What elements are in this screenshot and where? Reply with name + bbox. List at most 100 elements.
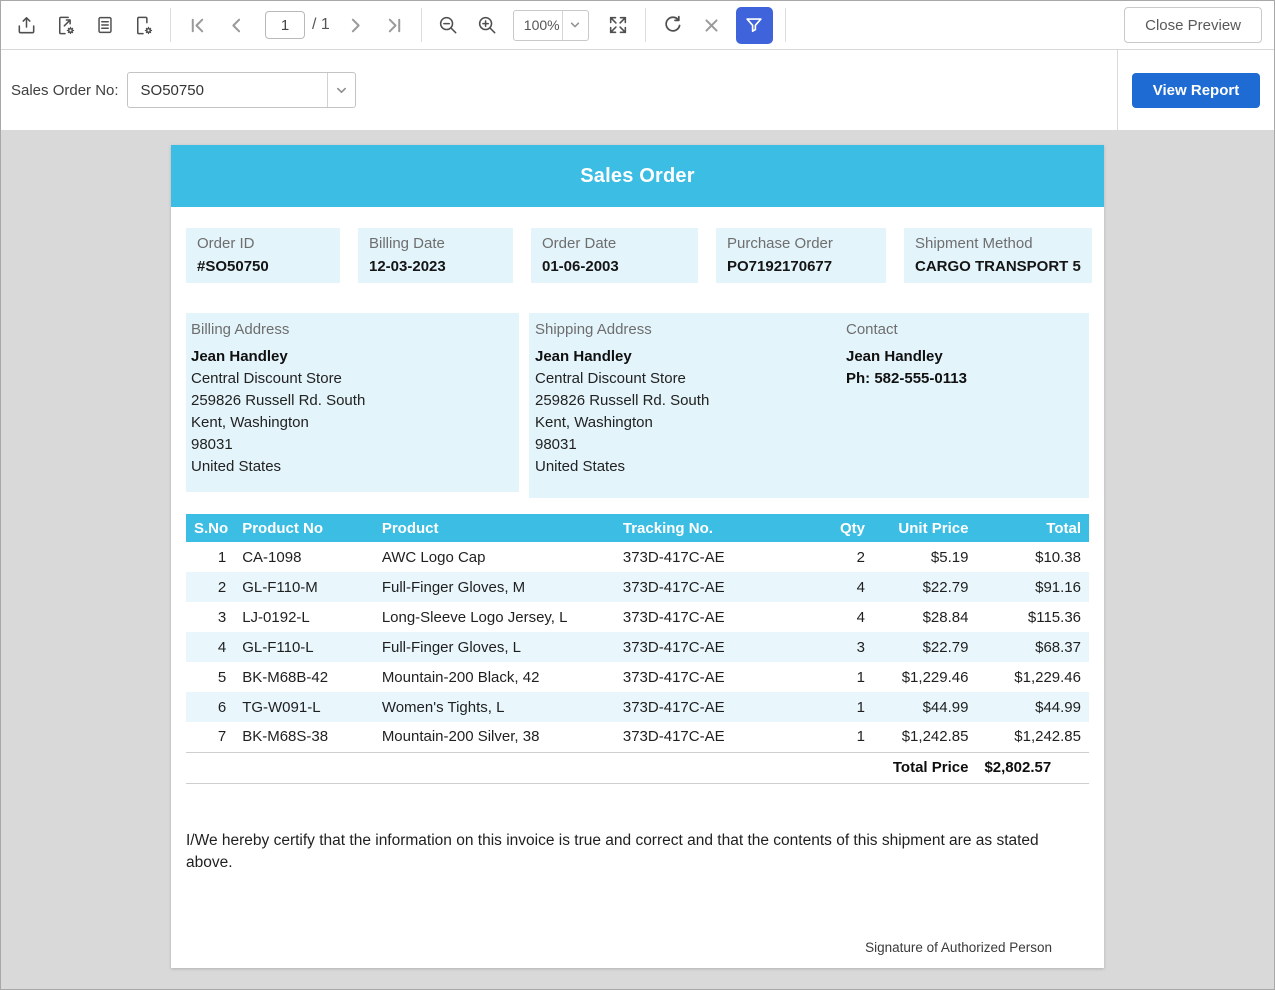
table-cell: BK-M68B-42	[242, 668, 329, 686]
column-header: Tracking No.	[614, 514, 831, 542]
close-preview-button[interactable]: Close Preview	[1124, 7, 1262, 43]
total-row: Total Price $2,802.57	[186, 751, 1089, 784]
export-settings-button[interactable]	[46, 5, 85, 45]
export-settings-icon	[58, 16, 75, 34]
export-button[interactable]	[7, 5, 46, 45]
report-page: Sales Order Order ID #SO50750 Billing Da…	[171, 145, 1104, 968]
zoom-out-button[interactable]	[429, 5, 468, 45]
chevron-down-icon	[561, 10, 588, 40]
billing-line: 259826 Russell Rd. South	[191, 392, 366, 409]
billing-date-card: Billing Date 12-03-2023	[358, 228, 513, 283]
table-cell: Full-Finger Gloves, L	[373, 632, 615, 662]
total-price-value: $2,802.57	[976, 751, 1089, 784]
info-card-value: 01-06-2003	[542, 258, 619, 275]
table-cell: GL-F110-M	[234, 572, 374, 602]
table-cell: LJ-0192-L	[242, 608, 310, 626]
info-card-value: #SO50750	[197, 258, 269, 275]
previous-page-button[interactable]	[217, 5, 256, 45]
table-cell: $10.38	[1035, 548, 1081, 566]
table-row: 6 TG-W091-L Women's Tights, L 373D-417C-…	[186, 692, 1089, 722]
sales-order-no-select[interactable]: SO50750	[126, 72, 356, 108]
info-card-value: PO7192170677	[727, 258, 833, 275]
table-row: 7 BK-M68S-38 Mountain-200 Silver, 38 373…	[186, 722, 1089, 752]
last-page-button[interactable]	[375, 5, 414, 45]
table-cell: Women's Tights, L	[373, 692, 615, 722]
cancel-button[interactable]	[692, 5, 731, 45]
shipping-name: Jean Handley	[535, 348, 632, 365]
billing-name: Jean Handley	[191, 348, 288, 365]
table-cell: $22.79	[873, 572, 977, 602]
table-cell: $68.37	[976, 632, 1089, 662]
next-page-button[interactable]	[336, 5, 375, 45]
table-cell: 1	[856, 668, 865, 686]
view-report-button[interactable]: View Report	[1131, 72, 1261, 108]
table-cell: $1,242.85	[1014, 728, 1081, 746]
shipping-line: 259826 Russell Rd. South	[535, 392, 710, 409]
column-header: Total	[976, 514, 1089, 542]
table-row: 1 CA-1098 AWC Logo Cap 373D-417C-AE 2 $5…	[186, 542, 1089, 572]
table-cell: Mountain-200 Silver, 38	[381, 728, 540, 746]
fit-to-page-button[interactable]	[599, 5, 638, 45]
print-layout-button[interactable]	[85, 5, 124, 45]
last-page-icon	[388, 18, 401, 32]
table-cell: 1	[830, 692, 873, 722]
toolbar-divider	[644, 8, 646, 42]
table-cell: $28.84	[922, 608, 969, 626]
contact-column: Contact Jean Handley Ph: 582-555-0113	[846, 321, 1089, 478]
info-card-value: CARGO TRANSPORT 5	[915, 258, 1081, 275]
table-cell: $1,229.46	[901, 668, 969, 686]
table-cell: 2	[856, 548, 865, 566]
order-date-card: Order Date 01-06-2003	[531, 228, 698, 283]
page-total-label: / 1	[312, 16, 330, 33]
parameter-input-area: Sales Order No: SO50750	[1, 50, 1117, 130]
toolbar-divider	[784, 8, 786, 42]
report-title-band: Sales Order	[171, 145, 1104, 207]
toolbar: / 1 100%	[1, 1, 1274, 50]
table-row: 4 GL-F110-L Full-Finger Gloves, L 373D-4…	[186, 632, 1089, 662]
zoom-in-button[interactable]	[468, 5, 507, 45]
table-cell: Mountain-200 Black, 42	[381, 668, 540, 686]
fit-to-page-icon	[610, 16, 627, 34]
table-cell: CA-1098	[242, 548, 302, 566]
table-row: 5 BK-M68B-42 Mountain-200 Black, 42 373D…	[186, 662, 1089, 692]
zoom-level-select[interactable]: 100%	[512, 9, 589, 41]
table-cell: 5	[217, 668, 227, 686]
sales-order-no-label: Sales Order No:	[11, 81, 119, 99]
table-cell: BK-M68S-38	[242, 728, 329, 746]
contact-label: Contact	[846, 321, 898, 338]
table-cell: 373D-417C-AE	[622, 608, 725, 626]
report-title: Sales Order	[580, 164, 695, 187]
first-page-button[interactable]	[178, 5, 217, 45]
addresses-section: Billing Address Jean Handley Central Dis…	[186, 313, 1089, 498]
table-row: 2 GL-F110-M Full-Finger Gloves, M 373D-4…	[186, 572, 1089, 602]
toolbar-divider	[170, 8, 171, 42]
page-setup-button[interactable]	[124, 5, 163, 45]
column-header: Product No	[234, 514, 374, 542]
page-number-input[interactable]	[265, 11, 305, 39]
column-header: Qty	[830, 514, 873, 542]
filter-parameters-button[interactable]	[735, 6, 773, 44]
table-row: 3 LJ-0192-L Long-Sleeve Logo Jersey, L 3…	[186, 602, 1089, 632]
parameter-bar: Sales Order No: SO50750 View Report	[1, 50, 1274, 131]
table-cell: 1	[217, 548, 227, 566]
shipping-line: Central Discount Store	[535, 370, 686, 387]
table-cell: $44.99	[976, 692, 1089, 722]
column-header: Product	[373, 514, 615, 542]
table-cell: 3	[830, 632, 873, 662]
report-preview-area[interactable]: Sales Order Order ID #SO50750 Billing Da…	[1, 131, 1274, 989]
shipping-address-label: Shipping Address	[535, 321, 652, 338]
first-page-icon	[191, 18, 204, 32]
refresh-button[interactable]	[653, 5, 692, 45]
billing-line: Central Discount Store	[191, 370, 342, 387]
table-header-row: S.No Product No Product Tracking No. Qty…	[186, 514, 1089, 542]
signature-label: Signature of Authorized Person	[865, 940, 1052, 955]
table-cell: 1	[856, 728, 865, 746]
column-header: Unit Price	[873, 514, 977, 542]
zoom-level-value: 100%	[523, 17, 560, 33]
table-cell: $44.99	[873, 692, 977, 722]
billing-line: Kent, Washington	[191, 414, 309, 431]
chevron-down-icon	[326, 73, 355, 107]
table-cell: Full-Finger Gloves, M	[373, 572, 615, 602]
shipping-contact-block: Shipping Address Jean Handley Central Di…	[529, 313, 1089, 498]
shipping-address-column: Shipping Address Jean Handley Central Di…	[535, 321, 846, 478]
